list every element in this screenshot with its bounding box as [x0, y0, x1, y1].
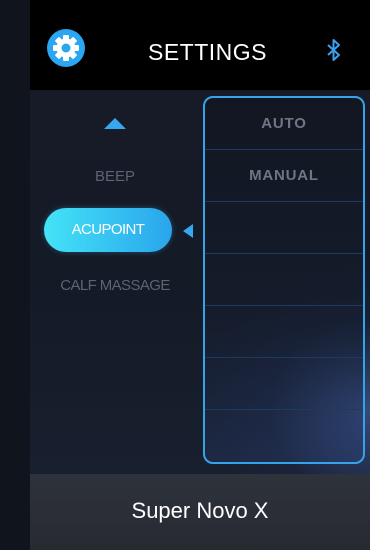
footer-bar: Super Novo X — [30, 474, 370, 550]
option-empty — [205, 254, 363, 306]
menu-item-beep[interactable]: BEEP — [80, 168, 150, 185]
bluetooth-icon — [327, 39, 340, 61]
option-manual[interactable]: MANUAL — [205, 150, 363, 202]
option-empty — [205, 410, 363, 462]
page-title: SETTINGS — [148, 39, 268, 65]
menu-item-acupoint[interactable]: ACUPOINT — [44, 208, 172, 252]
option-empty — [205, 306, 363, 358]
option-empty — [205, 358, 363, 410]
gear-icon[interactable] — [46, 28, 86, 68]
option-auto[interactable]: AUTO — [205, 98, 363, 150]
selection-pointer-icon — [183, 224, 193, 238]
device-model-name: Super Novo X — [131, 498, 269, 523]
triangle-up-icon[interactable] — [104, 118, 126, 129]
options-panel: AUTO MANUAL — [203, 96, 365, 464]
settings-body: BEEP ACUPOINT CALF MASSAGE AUTO MANUAL — [30, 90, 370, 474]
option-empty — [205, 202, 363, 254]
device-screen: SETTINGS BEEP ACUPOINT CALF MASSAGE AUTO… — [0, 0, 370, 550]
menu-item-calf-massage[interactable]: CALF MASSAGE — [30, 277, 200, 294]
header-bar: SETTINGS — [30, 0, 370, 90]
